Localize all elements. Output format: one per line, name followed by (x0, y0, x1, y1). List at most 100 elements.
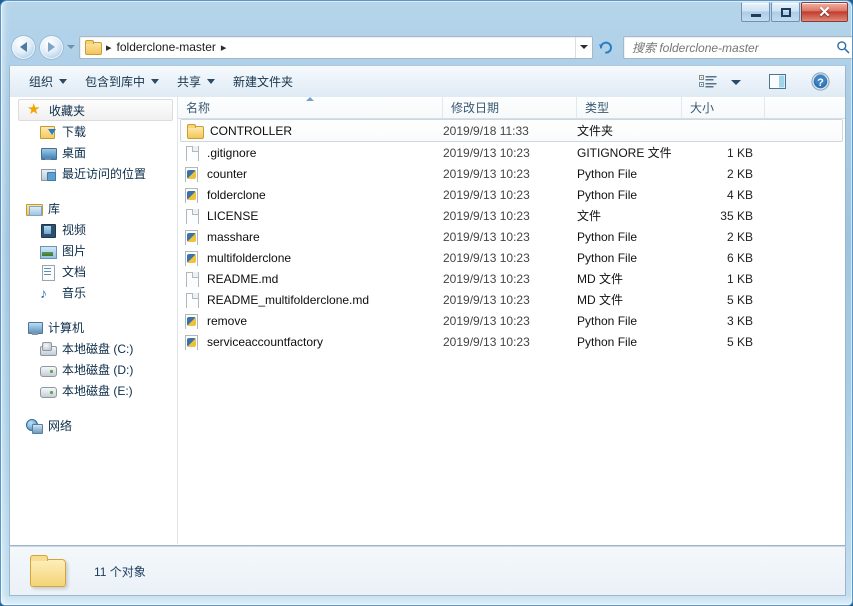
python-file-icon (184, 313, 200, 329)
chevron-down-icon (59, 79, 68, 84)
cell-size: 1 KB (726, 145, 753, 160)
cell-type: GITIGNORE 文件 (577, 146, 672, 160)
sidebar-item-label: 网络 (48, 419, 73, 433)
table-row[interactable]: README_multifolderclone.md 2019/9/13 10:2… (178, 289, 845, 310)
sidebar-item-favorites[interactable]: ★ 收藏夹 (18, 99, 173, 121)
preview-pane-button[interactable] (765, 70, 791, 94)
history-dropdown-button[interactable] (64, 35, 77, 60)
toolbar-item-new-folder[interactable]: 新建文件夹 (224, 70, 302, 94)
table-row[interactable]: remove 2019/9/13 10:23 Python File 3 KB (178, 310, 845, 331)
nav-group-favorites: ★ 收藏夹 下载 桌面 最近访问的位置 (10, 99, 177, 184)
cell-name: README.md (178, 271, 443, 287)
explorer-content: ★ 收藏夹 下载 桌面 最近访问的位置 库 视频 图片 文档 ♪ 音乐 计算机 … (9, 97, 846, 546)
breadcrumb-path-segment[interactable]: folderclone-master (117, 40, 216, 54)
file-name-label: serviceaccountfactory (207, 334, 324, 349)
column-header-type[interactable]: 类型 (577, 97, 682, 118)
cell-type: 文件夹 (577, 124, 614, 138)
chevron-down-icon (207, 79, 216, 84)
file-name-label: counter (207, 166, 248, 181)
forward-button[interactable] (39, 34, 64, 60)
sidebar-item-drive-e[interactable]: 本地磁盘 (E:) (10, 380, 177, 401)
sidebar-item-computer[interactable]: 计算机 (10, 317, 177, 338)
cell-size: 1 KB (726, 271, 753, 286)
table-row[interactable]: LICENSE 2019/9/13 10:23 文件 35 KB (178, 205, 845, 226)
address-breadcrumb-bar[interactable]: ▸ folderclone-master ▸ (79, 35, 593, 59)
sidebar-item-label: 本地磁盘 (C:) (62, 342, 134, 356)
sidebar-item-documents[interactable]: 文档 (10, 261, 177, 282)
table-row[interactable]: .gitignore 2019/9/13 10:23 GITIGNORE 文件 1 K… (178, 142, 845, 163)
table-row[interactable]: multifolderclone 2019/9/13 10:23 Python Fi… (178, 247, 845, 268)
cell-name: folderclone (178, 187, 443, 203)
python-file-icon (184, 250, 200, 266)
column-header-label: 修改日期 (451, 101, 500, 115)
download-icon (40, 124, 56, 140)
sidebar-item-libraries[interactable]: 库 (10, 198, 177, 219)
sidebar-item-downloads[interactable]: 下载 (10, 121, 177, 142)
sidebar-item-videos[interactable]: 视频 (10, 219, 177, 240)
desktop-icon (40, 145, 57, 161)
breadcrumb-separator-leading[interactable]: ▸ (101, 41, 117, 54)
sidebar-item-drive-d[interactable]: 本地磁盘 (D:) (10, 359, 177, 380)
cell-size: 5 KB (726, 334, 753, 349)
sidebar-item-drive-c[interactable]: 本地磁盘 (C:) (10, 338, 177, 359)
network-icon (26, 418, 43, 434)
computer-icon (26, 320, 43, 336)
cell-name: serviceaccountfactory (178, 334, 443, 350)
table-row[interactable]: folderclone 2019/9/13 10:23 Python File 4 K… (178, 184, 845, 205)
help-button[interactable]: ? (807, 70, 833, 94)
file-name-label: remove (207, 313, 248, 328)
sidebar-item-label: 桌面 (62, 146, 87, 160)
search-icon[interactable] (836, 40, 850, 54)
back-arrow-icon (20, 42, 27, 52)
maximize-button[interactable] (771, 2, 800, 22)
cell-size: 2 KB (726, 229, 753, 244)
breadcrumb-separator-trailing[interactable]: ▸ (216, 41, 232, 54)
cell-name: LICENSE (178, 208, 443, 224)
toolbar-item-organize[interactable]: 组织 (20, 70, 76, 94)
cell-type: Python File (577, 334, 638, 349)
sidebar-item-label: 下载 (62, 125, 87, 139)
cell-date-modified: 2019/9/13 10:23 (443, 334, 530, 349)
toolbar-item-include-in-library[interactable]: 包含到库中 (76, 70, 168, 94)
column-header-date-modified[interactable]: 修改日期 (443, 97, 577, 118)
column-header-name[interactable]: 名称 (178, 97, 443, 118)
sidebar-item-desktop[interactable]: 桌面 (10, 142, 177, 163)
table-row[interactable]: counter 2019/9/13 10:23 Python File 2 KB (178, 163, 845, 184)
chevron-down-icon (151, 79, 160, 84)
close-button[interactable]: ✕ (801, 2, 848, 22)
minimize-button[interactable] (741, 2, 770, 22)
toolbar-item-label: 包含到库中 (85, 75, 146, 89)
cell-type: Python File (577, 166, 638, 181)
sidebar-item-label: 图片 (62, 244, 87, 258)
change-view-button[interactable] (695, 70, 721, 94)
cell-type: 文件 (577, 209, 602, 223)
cell-name: README_multifolderclone.md (178, 292, 443, 308)
search-input[interactable]: 搜索 folderclone-master (623, 35, 852, 59)
cell-date-modified: 2019/9/13 10:23 (443, 187, 530, 202)
chevron-down-icon (731, 79, 741, 85)
toolbar-item-share[interactable]: 共享 (168, 70, 224, 94)
cell-date-modified: 2019/9/13 10:23 (443, 313, 530, 328)
breadcrumb-dropdown-button[interactable] (575, 36, 592, 58)
view-options-dropdown[interactable] (723, 70, 749, 94)
sidebar-item-music[interactable]: ♪ 音乐 (10, 282, 177, 303)
table-row[interactable]: README.md 2019/9/13 10:23 MD 文件 1 KB (178, 268, 845, 289)
sidebar-item-label: 音乐 (62, 286, 87, 300)
sidebar-item-pictures[interactable]: 图片 (10, 240, 177, 261)
sidebar-item-network[interactable]: 网络 (10, 415, 177, 436)
cell-size: 6 KB (726, 250, 753, 265)
column-header-size[interactable]: 大小 (682, 97, 765, 118)
table-row[interactable]: serviceaccountfactory 2019/9/13 10:23 Pyth… (178, 331, 845, 352)
refresh-button[interactable] (595, 36, 617, 58)
file-icon (184, 145, 200, 161)
file-name-label: LICENSE (207, 208, 259, 223)
sidebar-item-recent-places[interactable]: 最近访问的位置 (10, 163, 177, 184)
sidebar-item-label: 视频 (62, 223, 87, 237)
table-row[interactable]: masshare 2019/9/13 10:23 Python File 2 KB (178, 226, 845, 247)
back-button[interactable] (11, 34, 36, 60)
window-controls: ✕ (741, 2, 848, 22)
table-row[interactable]: CONTROLLER 2019/9/18 11:33 文件夹 (180, 119, 843, 142)
music-icon: ♪ (40, 284, 47, 301)
column-header-label: 名称 (186, 101, 211, 115)
cell-date-modified: 2019/9/13 10:23 (443, 229, 530, 244)
